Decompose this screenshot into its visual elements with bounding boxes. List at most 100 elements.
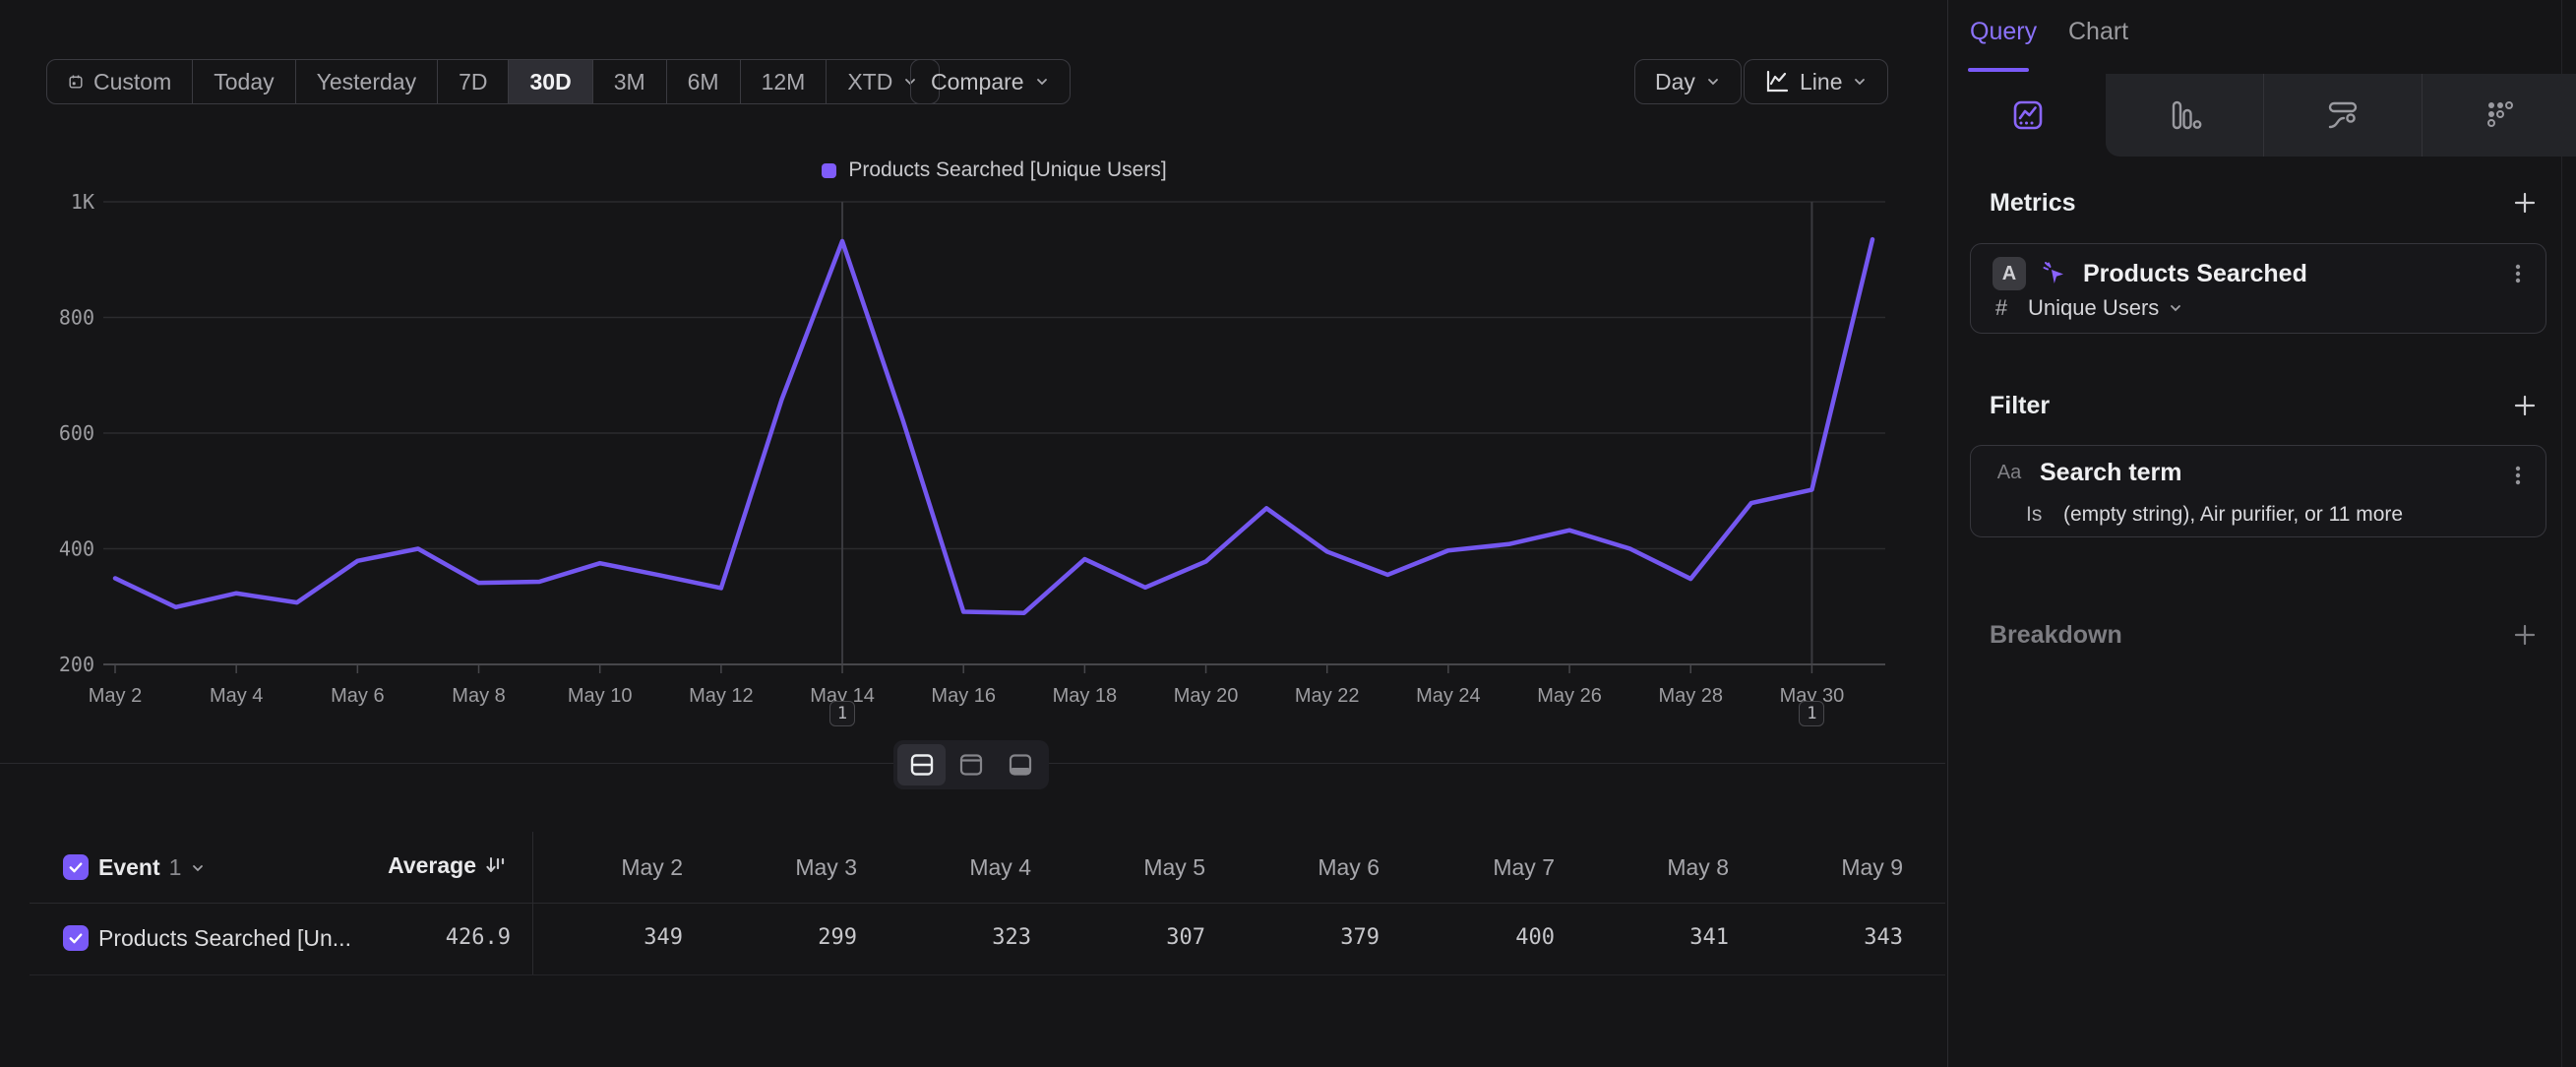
active-tab-underline xyxy=(1968,68,2029,72)
row-checkbox[interactable] xyxy=(63,925,89,951)
y-axis-label: 200 xyxy=(59,653,94,676)
metric-options-menu[interactable] xyxy=(2506,262,2530,285)
kebab-icon xyxy=(2506,262,2530,285)
analytics-dashboard: Custom Today Yesterday 7D 30D 3M 6M 12M … xyxy=(0,0,2576,1067)
measure-dropdown[interactable]: Unique Users xyxy=(2028,295,2183,321)
annotation-badge[interactable]: 1 xyxy=(829,701,855,726)
y-axis-label: 600 xyxy=(59,421,94,445)
x-axis-label: May 26 xyxy=(1537,685,1602,707)
y-axis-label: 800 xyxy=(59,306,94,330)
table-header-border xyxy=(30,903,1945,904)
layout-chart-view-button[interactable] xyxy=(947,744,995,785)
line-chart: 1K800600400200May 2May 4May 6May 8May 10… xyxy=(0,187,1945,738)
tab-chart[interactable]: Chart xyxy=(2068,18,2128,46)
date-range-6m[interactable]: 6M xyxy=(667,60,741,103)
filter-options-menu[interactable] xyxy=(2506,464,2530,487)
flows-icon xyxy=(2326,98,2360,132)
date-range-today[interactable]: Today xyxy=(193,60,295,103)
table-cell: 349 xyxy=(535,925,683,950)
average-column-sort[interactable]: Average xyxy=(295,852,508,879)
table-cell: 379 xyxy=(1232,925,1380,950)
x-axis-label: May 18 xyxy=(1053,685,1118,707)
table-column-divider xyxy=(532,832,533,974)
select-all-checkbox[interactable] xyxy=(63,854,89,880)
chevron-down-icon xyxy=(190,860,206,876)
date-range-label: Custom xyxy=(93,69,171,95)
filter-card[interactable]: Aa Search term Is (empty string), Air pu… xyxy=(1970,445,2546,537)
split-view-icon xyxy=(909,752,935,778)
legend-label[interactable]: Products Searched [Unique Users] xyxy=(848,158,1166,182)
table-cell: 341 xyxy=(1581,925,1729,950)
calendar-icon xyxy=(68,74,84,90)
tab-query[interactable]: Query xyxy=(1970,18,2037,46)
column-header: May 9 xyxy=(1755,854,1903,881)
metric-card[interactable]: A Products Searched # Unique Users xyxy=(1970,243,2546,334)
add-breakdown-button[interactable] xyxy=(2511,621,2539,649)
granularity-dropdown[interactable]: Day xyxy=(1634,59,1742,104)
table-cell: 307 xyxy=(1058,925,1205,950)
x-axis-label: May 6 xyxy=(331,685,384,707)
plus-icon xyxy=(2511,392,2539,419)
filter-condition-row[interactable]: Is (empty string), Air purifier, or 11 m… xyxy=(2026,503,2403,527)
insights-icon xyxy=(2011,98,2045,132)
table-cell: 343 xyxy=(1755,925,1903,950)
report-tab-funnels[interactable] xyxy=(2107,74,2263,157)
filter-card-row: Aa Search term xyxy=(1993,459,2182,487)
layout-split-view-button[interactable] xyxy=(897,744,946,785)
chevron-down-icon xyxy=(1705,74,1721,90)
column-header: May 6 xyxy=(1232,854,1380,881)
plus-icon xyxy=(2511,189,2539,217)
column-header: May 2 xyxy=(535,854,683,881)
metric-measure-row: # Unique Users xyxy=(1993,295,2183,321)
date-range-yesterday[interactable]: Yesterday xyxy=(296,60,438,103)
date-range-3m[interactable]: 3M xyxy=(593,60,667,103)
filter-heading: Filter xyxy=(1990,392,2050,420)
sidebar-divider xyxy=(1947,0,1948,1067)
chart-type-dropdown[interactable]: Line xyxy=(1744,59,1888,104)
retention-icon xyxy=(2484,98,2517,132)
column-header: May 8 xyxy=(1581,854,1729,881)
table-view-icon xyxy=(1008,752,1033,778)
sort-descending-icon xyxy=(484,854,508,878)
table-cell: 299 xyxy=(709,925,857,950)
check-icon xyxy=(67,858,85,876)
chevron-down-icon xyxy=(1852,74,1868,90)
layout-table-view-button[interactable] xyxy=(997,744,1045,785)
date-range-7d[interactable]: 7D xyxy=(438,60,509,103)
column-header: May 3 xyxy=(709,854,857,881)
compare-button[interactable]: Compare xyxy=(910,59,1071,104)
filter-operator: Is xyxy=(2026,503,2050,527)
add-metric-button[interactable] xyxy=(2511,189,2539,217)
metrics-heading: Metrics xyxy=(1990,189,2076,218)
annotation-badge[interactable]: 1 xyxy=(1799,701,1824,726)
chart-line xyxy=(115,239,1872,613)
report-tab-retention[interactable] xyxy=(2422,74,2576,157)
chart-legend: Products Searched [Unique Users] xyxy=(103,157,1885,183)
x-axis-label: May 12 xyxy=(689,685,754,707)
x-axis-label: May 4 xyxy=(210,685,263,707)
date-range-30d[interactable]: 30D xyxy=(509,60,592,103)
y-axis-label: 400 xyxy=(59,537,94,561)
string-type-icon: Aa xyxy=(1993,462,2026,484)
scrollbar-gutter xyxy=(2561,0,2562,1067)
x-axis-label: May 22 xyxy=(1295,685,1360,707)
event-count: 1 xyxy=(169,854,182,881)
x-axis-label: May 2 xyxy=(89,685,142,707)
event-column-dropdown[interactable]: Event 1 xyxy=(98,854,206,881)
x-axis-label: May 10 xyxy=(568,685,633,707)
x-axis-label: May 24 xyxy=(1416,685,1481,707)
report-tab-flows[interactable] xyxy=(2264,74,2421,157)
chevron-down-icon xyxy=(2168,300,2183,316)
funnels-icon xyxy=(2169,98,2202,132)
average-value: 426.9 xyxy=(295,925,511,950)
metric-letter-badge: A xyxy=(1993,257,2026,290)
date-range-12m[interactable]: 12M xyxy=(741,60,828,103)
check-icon xyxy=(67,929,85,947)
date-range-segmented-control: Custom Today Yesterday 7D 30D 3M 6M 12M … xyxy=(46,59,940,104)
metric-name: Products Searched xyxy=(2083,260,2307,288)
add-filter-button[interactable] xyxy=(2511,392,2539,419)
chevron-down-icon xyxy=(1034,74,1050,90)
date-range-custom[interactable]: Custom xyxy=(47,60,193,103)
report-tab-insights[interactable] xyxy=(1949,74,2106,157)
x-axis-label: May 16 xyxy=(931,685,996,707)
